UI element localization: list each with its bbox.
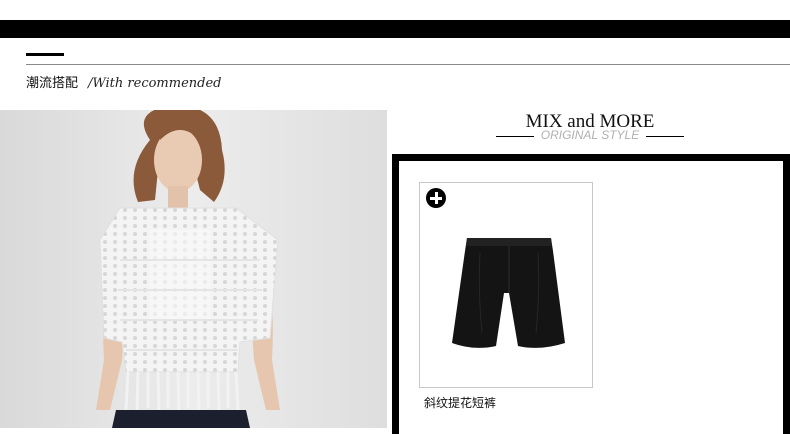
section-accent-line <box>26 53 64 56</box>
product-card[interactable] <box>419 182 593 388</box>
product-name[interactable]: 斜纹提花短裤 <box>424 394 496 411</box>
shorts-image <box>452 238 565 348</box>
mix-left-line <box>496 136 534 137</box>
mix-right-line <box>646 136 684 137</box>
model-photo <box>0 110 387 428</box>
section-divider <box>26 64 790 65</box>
model-illustration <box>0 110 387 428</box>
section-subtitle: /With recommended <box>88 76 222 91</box>
top-black-bar <box>0 20 790 38</box>
mix-subtitle: ORIGINAL STYLE <box>540 128 640 142</box>
section-heading: 潮流搭配/With recommended <box>26 72 222 91</box>
section-title: 潮流搭配 <box>26 76 79 91</box>
